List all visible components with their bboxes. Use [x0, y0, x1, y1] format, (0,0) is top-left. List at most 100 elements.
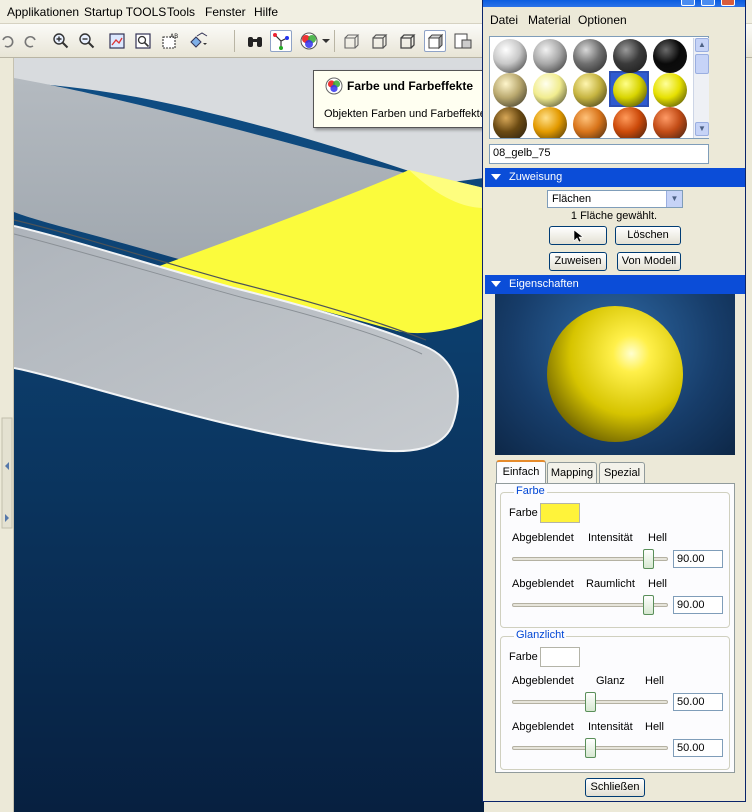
hidden-line-icon[interactable] [368, 30, 390, 52]
color-label: Farbe [509, 507, 538, 519]
model-3d-view[interactable] [14, 58, 484, 812]
material-swatch[interactable] [613, 73, 647, 107]
color-effects-dropdown-icon[interactable] [320, 30, 332, 52]
material-palette [489, 36, 709, 139]
undo-icon[interactable] [0, 30, 18, 52]
tab-mapping[interactable]: Mapping [547, 462, 597, 483]
binoculars-icon[interactable] [244, 30, 266, 52]
color-effects-tooltip-icon [325, 77, 343, 98]
material-swatch[interactable] [533, 39, 567, 73]
material-swatch[interactable] [653, 39, 687, 73]
tab-spezial[interactable]: Spezial [599, 462, 645, 483]
base-color-swatch[interactable] [540, 503, 580, 523]
slider-thumb[interactable] [585, 692, 596, 712]
palette-scrollbar[interactable]: ▲ ▼ [693, 38, 709, 138]
assign-button[interactable]: Zuweisen [549, 252, 607, 271]
material-swatch[interactable] [573, 39, 607, 73]
tooltip-title: Farbe und Farbeffekte [347, 79, 474, 93]
select-button[interactable] [549, 226, 607, 245]
intensity-value-field[interactable]: 90.00 [673, 550, 723, 568]
close-button[interactable]: Schließen [585, 778, 645, 797]
material-swatch[interactable] [493, 39, 527, 73]
row-low-label: Abgeblendet [512, 532, 574, 544]
material-swatch[interactable] [653, 107, 687, 138]
slider-thumb[interactable] [643, 595, 654, 615]
highlight-color-label: Farbe [509, 651, 538, 663]
material-swatch[interactable] [493, 107, 527, 138]
menu-tools[interactable]: Tools [167, 5, 195, 19]
gloss-value-field[interactable]: 50.00 [673, 693, 723, 711]
refit-icon[interactable] [106, 30, 128, 52]
highlight-group-legend: Glanzlicht [514, 629, 567, 641]
editor-menubar: Datei Material Optionen [483, 7, 745, 31]
close-window-icon[interactable] [721, 0, 735, 6]
ambient-value-field[interactable]: 90.00 [673, 596, 723, 614]
appearance-editor-window: Datei Material Optionen ▲ ▼ 08_gelb_75 Z… [482, 0, 746, 802]
slider-thumb[interactable] [585, 738, 596, 758]
tab-einfach[interactable]: Einfach [496, 460, 546, 484]
preview-sphere [547, 306, 683, 442]
material-swatch[interactable] [613, 39, 647, 73]
highlight-intensity-value-field[interactable]: 50.00 [673, 739, 723, 757]
highlight-color-swatch[interactable] [540, 647, 580, 667]
delete-button[interactable]: Löschen [615, 226, 681, 245]
zoom-out-icon[interactable] [76, 30, 98, 52]
row-high-label: Hell [648, 578, 667, 590]
intensity-slider[interactable] [512, 549, 668, 569]
row-high-label: Hell [645, 721, 664, 733]
row-low-label: Abgeblendet [512, 578, 574, 590]
no-hidden-icon[interactable] [396, 30, 418, 52]
material-swatch[interactable] [533, 107, 567, 138]
menu-applikationen[interactable]: Applikationen [7, 5, 79, 19]
material-swatch[interactable] [493, 73, 527, 107]
editor-menu-material[interactable]: Material [528, 13, 571, 27]
selection-type-select[interactable]: Flächen ▼ [547, 190, 683, 208]
highlight-intensity-slider[interactable] [512, 738, 668, 758]
from-model-button[interactable]: Von Modell [617, 252, 681, 271]
save-view-icon[interactable] [452, 30, 474, 52]
editor-menu-datei[interactable]: Datei [490, 13, 518, 27]
minimize-icon[interactable] [681, 0, 695, 6]
zoom-window-icon[interactable] [132, 30, 154, 52]
graphics-viewport[interactable] [14, 58, 484, 812]
collapse-triangle-icon [491, 281, 501, 287]
material-swatch[interactable] [533, 73, 567, 107]
material-name-field[interactable]: 08_gelb_75 [489, 144, 709, 164]
section-header-properties[interactable]: Eigenschaften [485, 275, 745, 294]
material-swatch[interactable] [613, 107, 647, 138]
row-high-label: Hell [645, 675, 664, 687]
material-swatch[interactable] [653, 73, 687, 107]
shading-icon[interactable] [424, 30, 446, 52]
gloss-slider[interactable] [512, 692, 668, 712]
saved-views-icon[interactable] [188, 30, 210, 52]
tab-panel-einfach: Farbe Farbe Abgeblendet Intensität Hell … [495, 483, 735, 773]
scroll-up-icon[interactable]: ▲ [695, 38, 709, 52]
selection-filter-icon[interactable] [270, 30, 292, 52]
editor-menu-optionen[interactable]: Optionen [578, 13, 627, 27]
slider-thumb[interactable] [643, 549, 654, 569]
menu-fenster[interactable]: Fenster [205, 5, 246, 19]
svg-text:AB: AB [170, 33, 178, 40]
material-preview [495, 294, 735, 455]
shading-wire-icon[interactable] [340, 30, 362, 52]
scroll-down-icon[interactable]: ▼ [695, 122, 709, 136]
zoom-in-icon[interactable] [50, 30, 72, 52]
editor-titlebar [483, 0, 745, 7]
material-swatch[interactable] [573, 73, 607, 107]
row-low-label: Abgeblendet [512, 675, 574, 687]
color-effects-icon[interactable] [298, 30, 320, 52]
redo-icon[interactable] [20, 30, 42, 52]
maximize-icon[interactable] [701, 0, 715, 6]
collapse-triangle-icon [491, 174, 501, 180]
ambient-slider[interactable] [512, 595, 668, 615]
menu-startup-tools[interactable]: Startup TOOLS [84, 5, 166, 19]
menu-hilfe[interactable]: Hilfe [254, 5, 278, 19]
view-manager-icon[interactable]: AB [160, 30, 182, 52]
chevron-down-icon[interactable]: ▼ [666, 191, 682, 207]
left-dock-strip [0, 58, 14, 812]
section-header-assignment[interactable]: Zuweisung [485, 168, 745, 187]
material-swatch[interactable] [573, 107, 607, 138]
row-low-label: Abgeblendet [512, 721, 574, 733]
scroll-thumb[interactable] [695, 54, 709, 74]
row-name-label: Intensität [588, 721, 633, 733]
